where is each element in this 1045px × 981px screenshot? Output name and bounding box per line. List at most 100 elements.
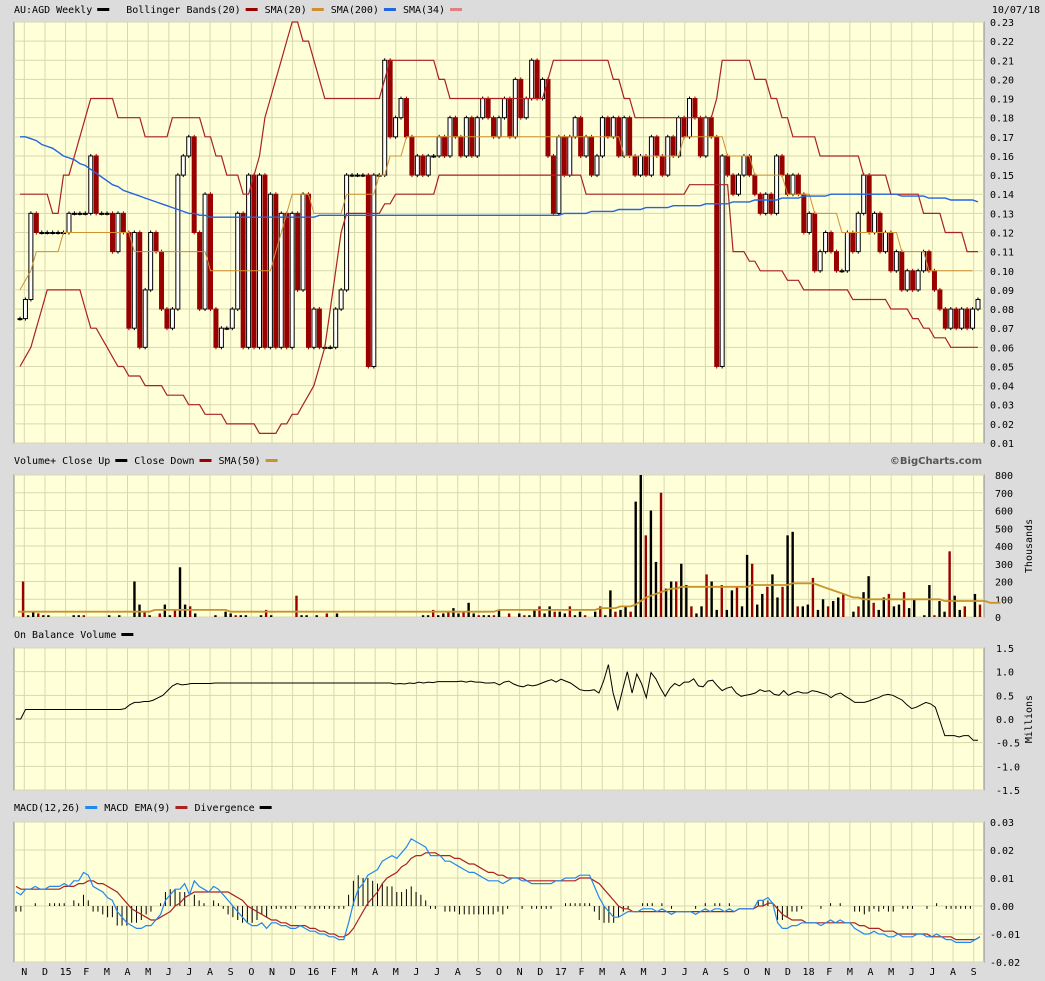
volume-bar — [239, 615, 242, 617]
x-month-label: J — [186, 967, 192, 978]
price-candle — [142, 289, 148, 348]
x-month-label: M — [640, 967, 646, 978]
x-month-label: O — [744, 967, 750, 978]
macd-y-tick-label: -0.01 — [990, 930, 1020, 941]
price-candle — [485, 98, 491, 119]
volume-bar — [259, 615, 263, 617]
volume-bar — [158, 613, 161, 617]
volume-bar — [821, 599, 825, 617]
x-month-label: D — [42, 967, 48, 978]
price-candle — [393, 117, 399, 138]
price-candle — [594, 155, 600, 176]
volume-axis-label: Thousands — [1024, 519, 1035, 573]
price-candle — [725, 155, 731, 176]
volume-bar — [644, 535, 648, 617]
price-candle — [638, 155, 644, 176]
price-y-tick-label: 0.19 — [990, 95, 1014, 106]
price-y-tick-label: 0.09 — [990, 286, 1014, 297]
price-candle — [137, 232, 143, 348]
volume-bar — [194, 613, 197, 617]
volume-y-tick-label: 800 — [995, 471, 1013, 482]
price-candle — [452, 117, 458, 138]
volume-bar — [973, 593, 977, 617]
price-candle — [431, 155, 437, 158]
volume-bar — [568, 606, 572, 617]
volume-bar — [77, 615, 80, 617]
price-candle — [50, 232, 56, 234]
price-candle — [763, 193, 769, 214]
price-candle — [790, 174, 796, 195]
price-candle — [442, 136, 448, 157]
price-y-tick-label: 0.04 — [990, 382, 1014, 393]
volume-bar — [26, 615, 30, 617]
volume-bar — [842, 593, 845, 617]
price-candle — [534, 59, 540, 100]
volume-bar — [933, 615, 936, 617]
volume-bar — [867, 576, 870, 617]
price-candle — [409, 136, 415, 176]
price-candle — [262, 174, 268, 348]
price-y-tick-label: 0.05 — [990, 362, 1014, 373]
volume-bar — [882, 597, 885, 617]
price-candle — [866, 174, 872, 234]
volume-bar — [923, 615, 926, 617]
price-legend-label: Bollinger Bands(20) — [126, 5, 240, 16]
volume-bar — [897, 604, 901, 617]
price-candle — [746, 155, 752, 176]
volume-bar — [214, 615, 217, 617]
volume-bar — [700, 606, 703, 617]
x-month-label: M — [104, 967, 110, 978]
price-candle — [251, 174, 257, 348]
volume-bar — [138, 604, 141, 617]
volume-bar — [300, 615, 303, 617]
price-candle — [757, 193, 763, 214]
price-candle — [540, 78, 546, 100]
price-candle — [491, 117, 497, 138]
price-y-tick-label: 0.06 — [990, 343, 1014, 354]
volume-bar — [224, 611, 227, 617]
x-month-label: A — [207, 967, 213, 978]
price-candle — [899, 251, 905, 291]
x-month-label: M — [888, 967, 894, 978]
price-candle — [284, 212, 290, 348]
price-candle — [583, 136, 589, 157]
price-candle — [589, 136, 595, 176]
price-candle — [752, 174, 758, 195]
volume-bar — [872, 602, 875, 617]
price-candle — [316, 308, 322, 348]
volume-y-tick-label: 500 — [995, 524, 1013, 535]
price-candle — [893, 251, 899, 272]
price-candle — [398, 98, 404, 119]
volume-y-tick-label: 100 — [995, 595, 1013, 606]
price-candle — [344, 174, 350, 291]
x-month-label: M — [847, 967, 853, 978]
volume-bar — [442, 613, 445, 617]
price-candle — [921, 251, 927, 272]
obv-y-tick-label: 1.0 — [996, 668, 1014, 679]
volume-bar — [619, 609, 622, 617]
volume-bar — [806, 604, 810, 617]
volume-bar — [695, 613, 698, 617]
volume-bar — [518, 613, 521, 617]
price-candle — [77, 212, 83, 215]
volume-y-tick-label: 200 — [995, 578, 1013, 589]
x-month-label: A — [867, 967, 873, 978]
volume-bar — [492, 615, 496, 617]
price-candle — [512, 78, 518, 138]
x-month-label: J — [434, 967, 440, 978]
volume-bar — [609, 590, 612, 617]
volume-bar — [912, 599, 916, 617]
volume-bar — [325, 613, 329, 617]
price-candle — [882, 232, 888, 253]
x-month-label: A — [702, 967, 708, 978]
price-candle — [169, 308, 175, 329]
volume-bar — [705, 574, 708, 617]
volume-bar — [482, 615, 486, 617]
price-candle — [572, 117, 578, 138]
price-legend-swatch — [450, 8, 463, 11]
price-candle — [44, 232, 50, 234]
price-candle — [931, 270, 937, 291]
volume-bar — [507, 613, 511, 617]
price-candle — [561, 136, 567, 176]
price-candle — [714, 136, 720, 367]
